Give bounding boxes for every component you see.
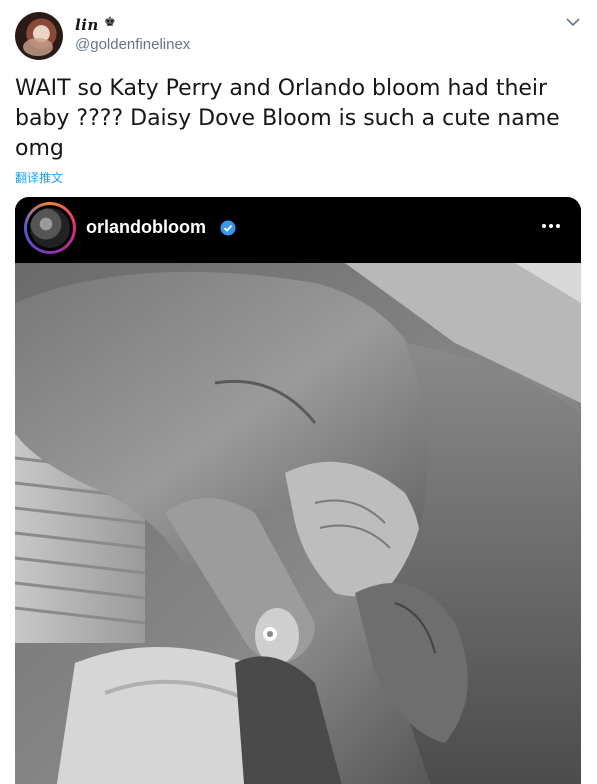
tweet-page: lin ♚ @goldenfinelinex WAIT so Katy Perr… xyxy=(0,0,597,784)
translate-tweet-link[interactable]: 翻译推文 xyxy=(15,169,63,186)
crown-icon: ♚ xyxy=(104,15,116,30)
verified-badge-icon xyxy=(220,220,236,236)
instagram-username[interactable]: orlandobloom xyxy=(86,217,206,238)
author-avatar[interactable] xyxy=(15,12,63,60)
tweet-text: WAIT so Katy Perry and Orlando bloom had… xyxy=(15,76,560,161)
author-handle[interactable]: @goldenfinelinex xyxy=(75,36,190,53)
instagram-avatar[interactable] xyxy=(24,202,76,254)
more-horizontal-icon[interactable] xyxy=(540,217,562,235)
post-photo[interactable] xyxy=(15,263,581,784)
instagram-post-header: orlandobloom xyxy=(15,197,581,263)
embedded-instagram-card[interactable]: orlandobloom xyxy=(15,197,581,784)
author-display-name[interactable]: lin xyxy=(75,16,99,34)
chevron-down-icon[interactable] xyxy=(566,17,580,27)
